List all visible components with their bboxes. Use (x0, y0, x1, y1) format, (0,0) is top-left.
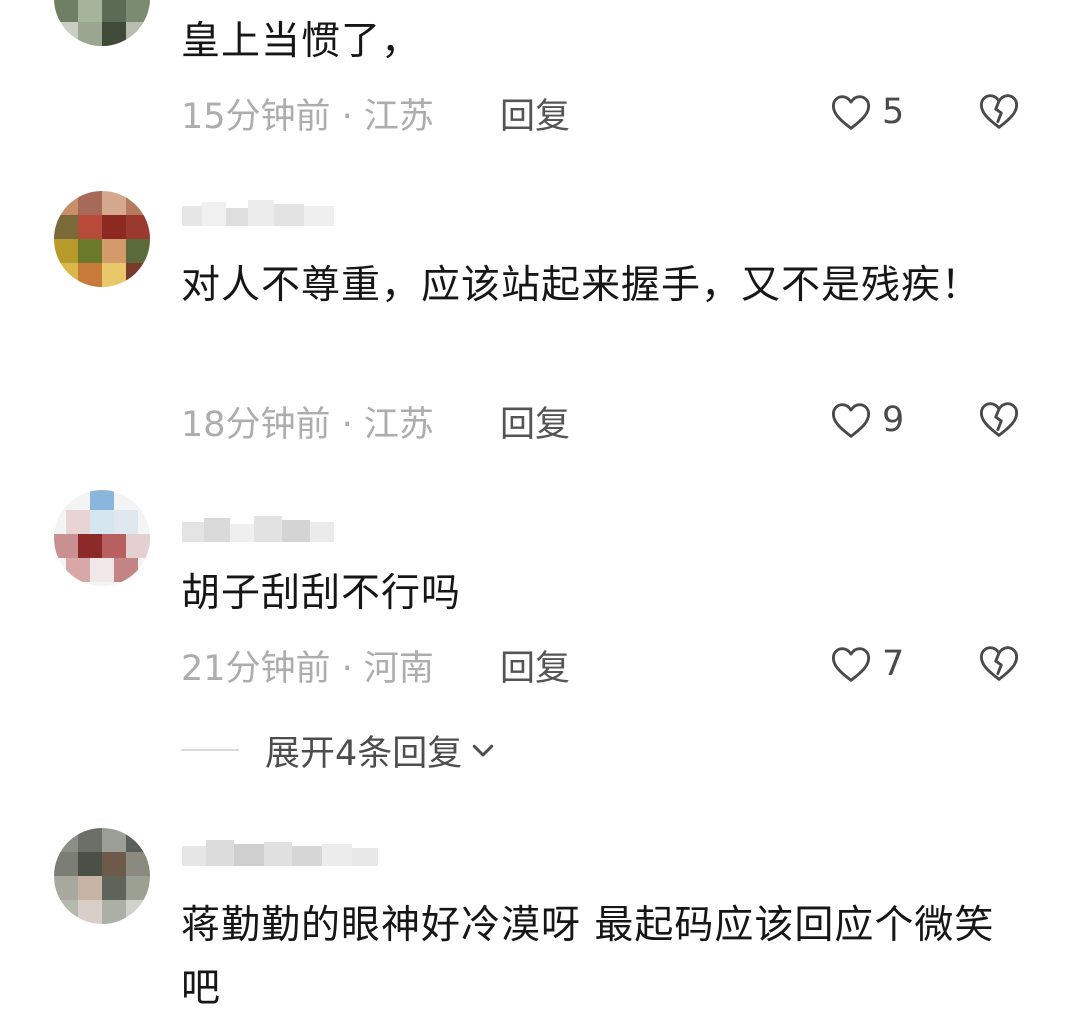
comment-text: 皇上当惯了， (181, 19, 422, 64)
like-count: 5 (882, 92, 905, 132)
comment-text: 蒋勤勤的眼神好冷漠呀 最起码应该回应个微笑吧 (181, 903, 995, 1011)
like-button[interactable]: 7 (828, 639, 904, 689)
heart-outline-icon (831, 95, 871, 130)
expand-divider (181, 749, 239, 751)
like-count: 9 (882, 400, 905, 440)
comment-time-location: 18分钟前 · 江苏 (181, 405, 434, 445)
broken-heart-icon (979, 646, 1019, 681)
dislike-button[interactable] (976, 640, 1022, 686)
comment-text: 胡子刮刮不行吗 (181, 571, 462, 616)
username-blurred[interactable] (182, 834, 396, 870)
broken-heart-icon (979, 94, 1019, 129)
broken-heart-icon (979, 402, 1019, 437)
comment-text: 对人不尊重，应该站起来握手，又不是残疾！ (181, 263, 982, 308)
heart-outline-icon (831, 403, 871, 438)
expand-replies-button[interactable]: 展开4条回复 (181, 722, 498, 778)
comment-list: 皇上当惯了， 15分钟前 · 江苏 回复 5 对人不尊重，应该站起来握手，又不是… (0, 0, 1080, 1020)
username-blurred[interactable] (182, 510, 334, 546)
avatar[interactable] (54, 490, 150, 586)
like-button[interactable]: 5 (828, 87, 904, 137)
comment-time-location: 21分钟前 · 河南 (181, 649, 434, 689)
avatar[interactable] (54, 0, 150, 46)
comment-time-location: 15分钟前 · 江苏 (181, 97, 434, 137)
avatar[interactable] (54, 191, 150, 287)
chevron-down-icon (473, 744, 494, 757)
reply-button[interactable]: 回复 (500, 640, 570, 691)
like-button[interactable]: 9 (828, 395, 904, 445)
reply-button[interactable]: 回复 (500, 396, 570, 447)
avatar[interactable] (54, 828, 150, 924)
reply-button[interactable]: 回复 (500, 88, 570, 139)
dislike-button[interactable] (976, 88, 1022, 134)
dislike-button[interactable] (976, 396, 1022, 442)
heart-outline-icon (831, 647, 871, 682)
expand-replies-label: 展开4条回复 (265, 733, 463, 774)
username-blurred[interactable] (182, 194, 334, 230)
like-count: 7 (882, 644, 905, 684)
